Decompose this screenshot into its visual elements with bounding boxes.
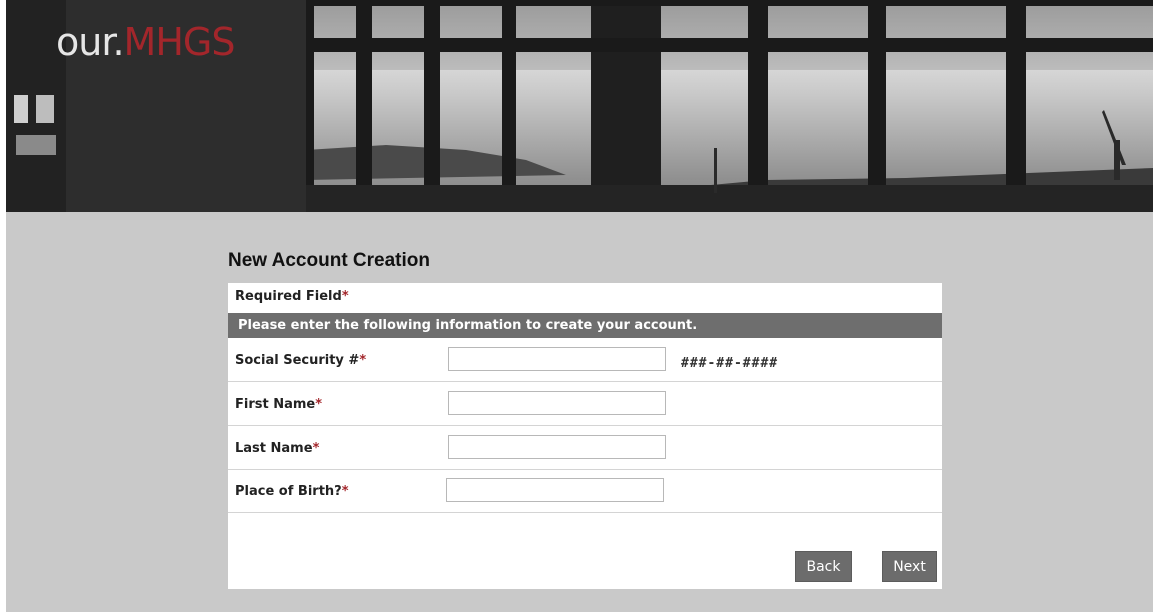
required-star: * [341,289,349,304]
place-of-birth-label-text: Place of Birth? [235,484,342,499]
first-name-input[interactable] [448,391,666,415]
ssn-label-text: Social Security # [235,353,360,368]
header-banner: our.MHGS [6,0,1153,212]
first-name-label-text: First Name [235,397,316,412]
next-button[interactable]: Next [882,551,937,582]
last-name-input[interactable] [448,435,666,459]
ssn-input[interactable] [448,347,666,371]
required-field-note: Required Field* [235,289,349,304]
account-form: Required Field* Please enter the followi… [228,283,942,589]
logo-prefix: our. [56,20,125,64]
place-of-birth-label: Place of Birth?* [235,484,349,499]
site-logo[interactable]: our.MHGS [56,20,236,64]
first-name-label: First Name* [235,397,322,412]
page-background: our.MHGS New Account Creation Required F… [6,0,1153,612]
last-name-label-text: Last Name [235,441,313,456]
required-field-label: Required Field [235,289,342,304]
ssn-row: Social Security #* ###-##-#### [228,338,942,382]
page-title: New Account Creation [228,250,430,271]
place-of-birth-required-star: * [341,484,349,499]
logo-brand: MHGS [123,20,236,64]
ssn-format-hint: ###-##-#### [681,356,779,371]
ssn-required-star: * [359,353,367,368]
back-button[interactable]: Back [795,551,852,582]
instruction-bar: Please enter the following information t… [228,313,942,338]
last-name-label: Last Name* [235,441,319,456]
place-of-birth-input[interactable] [446,478,664,502]
first-name-row: First Name* [228,382,942,426]
last-name-row: Last Name* [228,426,942,470]
first-name-required-star: * [315,397,323,412]
ssn-label: Social Security #* [235,353,366,368]
last-name-required-star: * [312,441,320,456]
instruction-text: Please enter the following information t… [238,318,698,333]
place-of-birth-row: Place of Birth?* [228,469,942,513]
